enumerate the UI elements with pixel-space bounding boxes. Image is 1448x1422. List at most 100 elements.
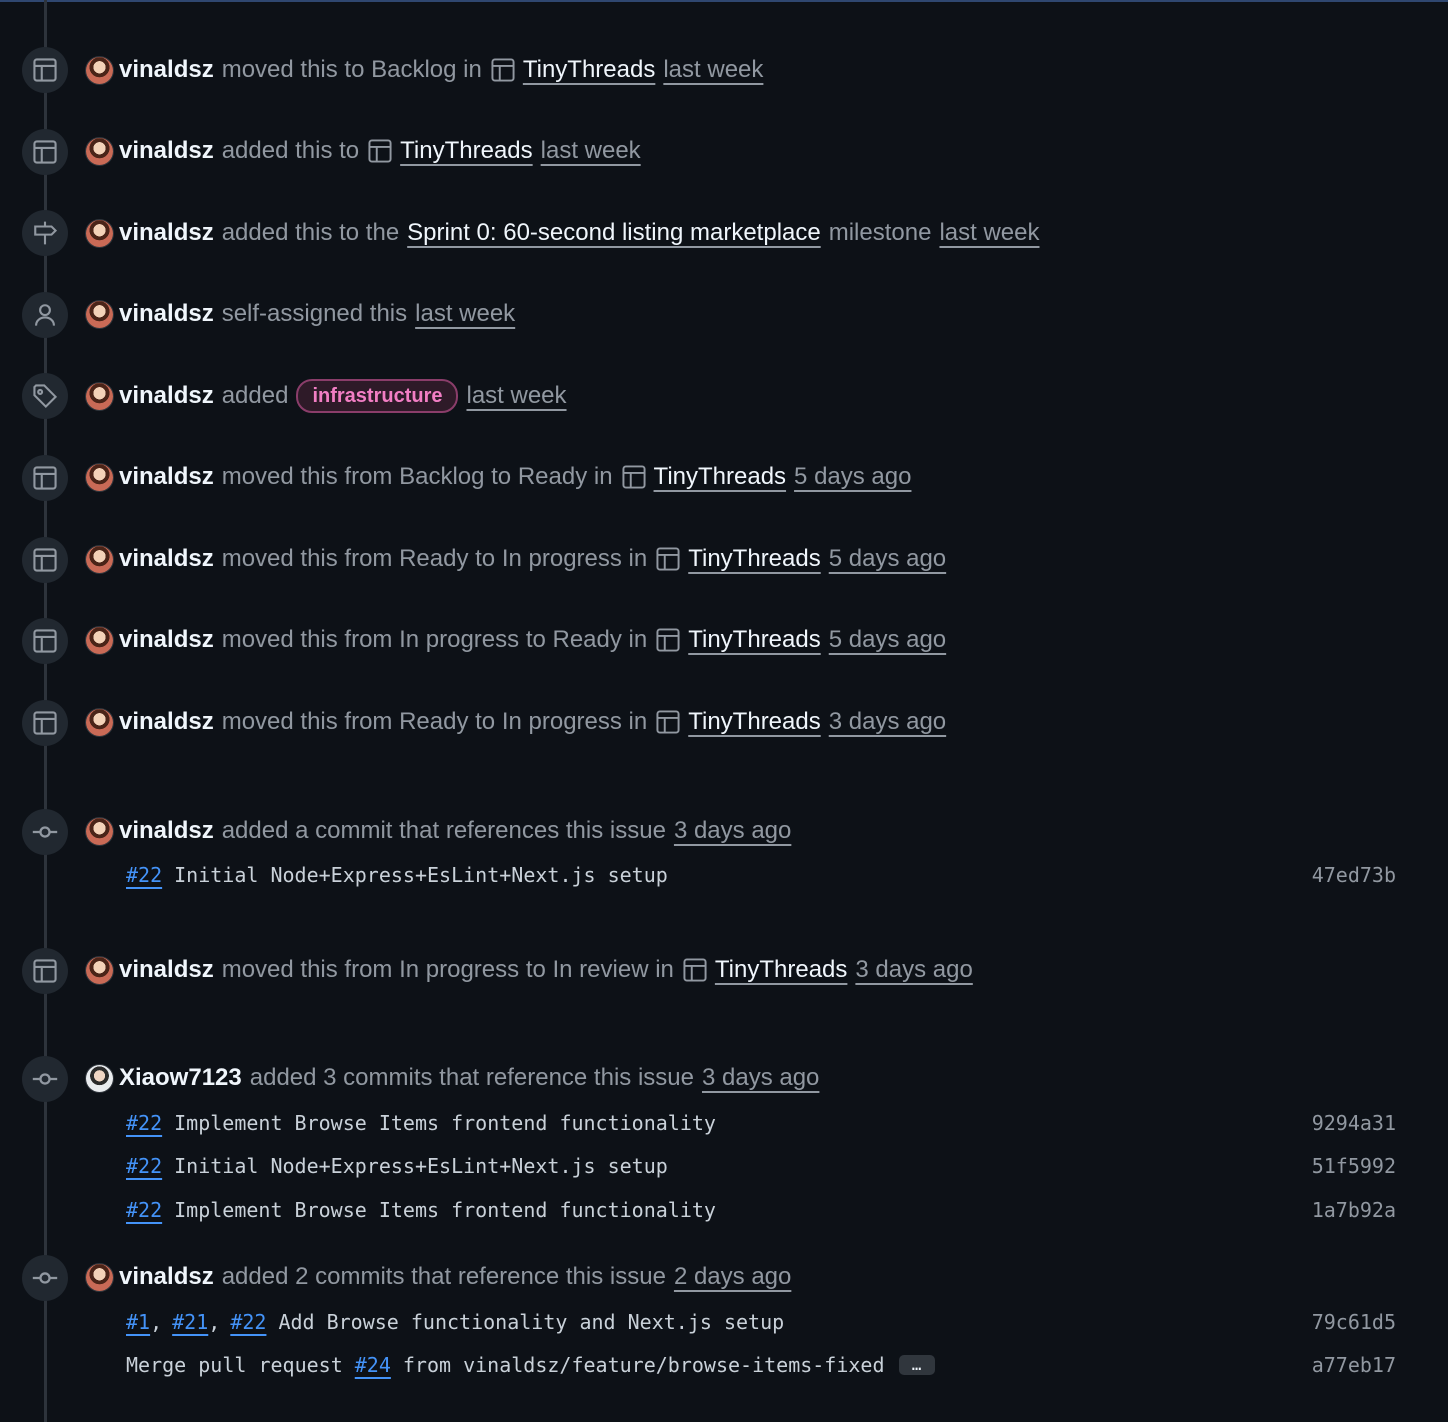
avatar[interactable]	[86, 382, 113, 410]
event-time[interactable]: 3 days ago	[702, 1064, 819, 1092]
commit-sha[interactable]: 9294a31	[1312, 1111, 1396, 1135]
commit-sha[interactable]: a77eb17	[1312, 1353, 1396, 1377]
commit-row: #22 Initial Node+Express+EsLint+Next.js …	[126, 1151, 1396, 1181]
issue-ref-link[interactable]: #22	[126, 1111, 162, 1135]
milestone-link[interactable]: Sprint 0: 60-second listing marketplace	[407, 219, 821, 247]
event-time[interactable]: last week	[415, 300, 515, 328]
project-link[interactable]: TinyThreads	[688, 545, 821, 573]
commit-message[interactable]: from vinaldsz/feature/browse-items-fixed	[403, 1353, 885, 1377]
event-user[interactable]: vinaldsz	[119, 137, 214, 165]
avatar[interactable]	[86, 1064, 113, 1092]
issue-ref-link[interactable]: #1	[126, 1310, 150, 1334]
event-user[interactable]: vinaldsz	[119, 56, 214, 84]
event-badge	[22, 618, 68, 664]
project-icon	[368, 139, 392, 163]
avatar[interactable]	[86, 463, 113, 491]
event-user[interactable]: vinaldsz	[119, 956, 214, 984]
issue-ref-link[interactable]: #21	[172, 1310, 208, 1334]
event-badge	[22, 47, 68, 93]
avatar[interactable]	[86, 219, 113, 247]
project-icon	[656, 710, 680, 734]
event-badge	[22, 537, 68, 583]
event-badge	[22, 455, 68, 501]
event-user[interactable]: vinaldsz	[119, 219, 214, 247]
expand-message-button[interactable]: …	[898, 1355, 935, 1375]
commit-message[interactable]: Add Browse functionality and Next.js set…	[278, 1310, 784, 1334]
timeline-event: Xiaow7123 added 3 commits that reference…	[86, 1058, 819, 1098]
event-time[interactable]: 3 days ago	[829, 708, 946, 736]
issue-ref-link[interactable]: #22	[230, 1310, 266, 1334]
event-text: moved this from Ready to In progress in	[221, 545, 648, 572]
event-user[interactable]: vinaldsz	[119, 382, 214, 410]
commit-sha[interactable]: 1a7b92a	[1312, 1198, 1396, 1222]
event-user[interactable]: vinaldsz	[119, 463, 214, 491]
event-text: added a commit that references this issu…	[221, 817, 666, 844]
event-text: moved this from In progress to In review…	[221, 956, 674, 983]
commit-icon	[32, 1272, 58, 1284]
label-badge[interactable]: infrastructure	[296, 379, 459, 413]
issue-ref-link[interactable]: #22	[126, 1154, 162, 1178]
event-text-after: milestone	[828, 219, 932, 246]
project-icon	[683, 958, 707, 982]
commit-message-prefix[interactable]: Merge pull request	[126, 1353, 343, 1377]
project-icon	[33, 548, 57, 572]
commit-message[interactable]: Implement Browse Items frontend function…	[174, 1111, 716, 1135]
event-text: moved this from In progress to Ready in	[221, 626, 648, 653]
avatar[interactable]	[86, 626, 113, 654]
event-time[interactable]: 5 days ago	[829, 626, 946, 654]
avatar[interactable]	[86, 56, 113, 84]
commit-row: #22 Initial Node+Express+EsLint+Next.js …	[126, 860, 1396, 890]
event-badge	[22, 292, 68, 338]
event-user[interactable]: vinaldsz	[119, 708, 214, 736]
commit-sha[interactable]: 47ed73b	[1312, 863, 1396, 887]
event-time[interactable]: 3 days ago	[674, 817, 791, 845]
event-time[interactable]: last week	[541, 137, 641, 165]
project-link[interactable]: TinyThreads	[400, 137, 533, 165]
commit-sha[interactable]: 79c61d5	[1312, 1310, 1396, 1334]
event-text: added this to	[221, 137, 360, 164]
avatar[interactable]	[86, 1263, 113, 1291]
avatar[interactable]	[86, 708, 113, 736]
timeline-event: vinaldsz moved this from Ready to In pro…	[86, 702, 946, 742]
event-time[interactable]: last week	[663, 56, 763, 84]
avatar[interactable]	[86, 817, 113, 845]
commit-sha[interactable]: 51f5992	[1312, 1154, 1396, 1178]
project-link[interactable]: TinyThreads	[715, 956, 848, 984]
project-link[interactable]: TinyThreads	[688, 626, 821, 654]
event-time[interactable]: 2 days ago	[674, 1263, 791, 1291]
issue-ref-link[interactable]: #22	[126, 863, 162, 887]
timeline-event: vinaldsz added this to TinyThreads last …	[86, 131, 641, 171]
commit-message[interactable]: Implement Browse Items frontend function…	[174, 1198, 716, 1222]
event-time[interactable]: 5 days ago	[794, 463, 911, 491]
avatar[interactable]	[86, 545, 113, 573]
event-time[interactable]: last week	[466, 382, 566, 410]
timeline-event: vinaldsz moved this from Ready to In pro…	[86, 539, 946, 579]
event-user[interactable]: vinaldsz	[119, 1263, 214, 1291]
event-time[interactable]: 3 days ago	[855, 956, 972, 984]
project-icon	[491, 58, 515, 82]
project-link[interactable]: TinyThreads	[654, 463, 787, 491]
timeline-event: vinaldsz moved this from In progress to …	[86, 620, 946, 660]
project-link[interactable]: TinyThreads	[688, 708, 821, 736]
event-badge	[22, 1255, 68, 1301]
commit-message[interactable]: Initial Node+Express+EsLint+Next.js setu…	[174, 1154, 668, 1178]
commit-message[interactable]: Initial Node+Express+EsLint+Next.js setu…	[174, 863, 668, 887]
avatar[interactable]	[86, 300, 113, 328]
event-user[interactable]: vinaldsz	[119, 300, 214, 328]
event-user[interactable]: vinaldsz	[119, 817, 214, 845]
avatar[interactable]	[86, 956, 113, 984]
pull-request-link[interactable]: #24	[355, 1353, 391, 1377]
event-user[interactable]: vinaldsz	[119, 626, 214, 654]
timeline-event: vinaldsz moved this from Backlog to Read…	[86, 457, 911, 497]
event-time[interactable]: last week	[939, 219, 1039, 247]
issue-ref-link[interactable]: #22	[126, 1198, 162, 1222]
avatar[interactable]	[86, 137, 113, 165]
person-icon	[35, 304, 55, 326]
project-icon	[33, 629, 57, 653]
event-time[interactable]: 5 days ago	[829, 545, 946, 573]
event-user[interactable]: vinaldsz	[119, 545, 214, 573]
event-text: added this to the	[221, 219, 400, 246]
event-user[interactable]: Xiaow7123	[119, 1064, 242, 1092]
project-link[interactable]: TinyThreads	[523, 56, 656, 84]
commit-row: #22 Implement Browse Items frontend func…	[126, 1108, 1396, 1138]
